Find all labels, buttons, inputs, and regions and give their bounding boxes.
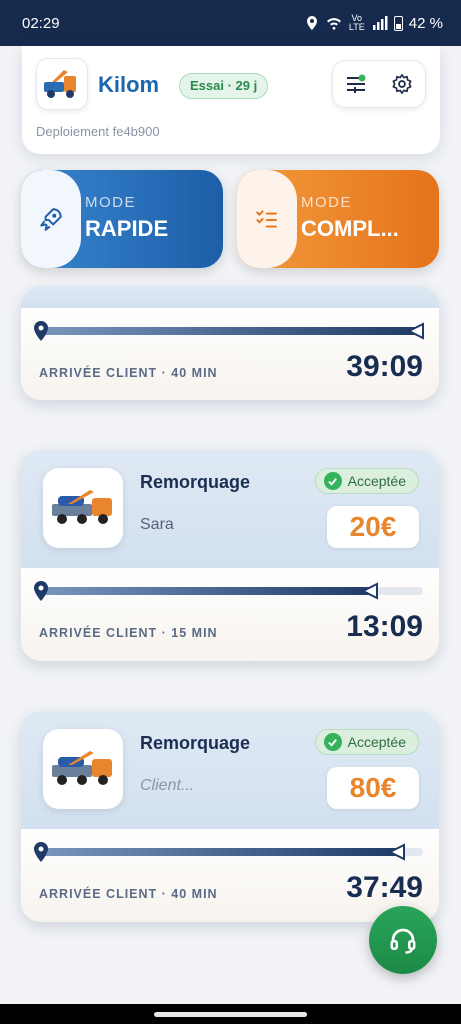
mode-rapide-button[interactable]: MODE RAPIDE (21, 170, 223, 268)
brand-name: Kilom (98, 72, 160, 97)
trip-card[interactable]: Remorquage Client... Acceptée 80€ ARRIVÉ… (21, 711, 439, 922)
checklist-icon (256, 210, 277, 228)
header-card: Kilom Essai · 29 j Deploiement fe4b900 (22, 46, 440, 154)
progress-bar (34, 321, 424, 341)
price: 20€ (327, 506, 419, 548)
active-trip-card[interactable]: ARRIVÉE CLIENT · 40 MIN 39:09 (21, 286, 439, 400)
filter-button[interactable] (338, 66, 374, 102)
tow-truck-image (43, 729, 123, 809)
settings-button[interactable] (384, 66, 420, 102)
active-trip-header (21, 286, 439, 308)
pin-icon (34, 321, 48, 341)
headset-icon (390, 928, 416, 954)
progress-bar (34, 842, 423, 862)
system-nav-bar (0, 1004, 461, 1024)
check-icon (323, 472, 342, 490)
progress-fill (39, 848, 404, 856)
service-title: Remorquage (140, 733, 251, 753)
signal-icon (372, 16, 388, 30)
gear-icon (392, 74, 412, 94)
trial-badge[interactable]: Essai · 29 j (179, 73, 269, 99)
arrival-countdown: 39:09 (346, 350, 423, 383)
mode-rapide-label: RAPIDE (85, 216, 169, 241)
arrival-label: ARRIVÉE CLIENT · 15 MIN (39, 626, 218, 640)
status-text: Acceptée (347, 734, 406, 750)
active-trip-progress-section: ARRIVÉE CLIENT · 40 MIN 39:09 (21, 308, 439, 400)
arrival-countdown: 37:49 (346, 871, 423, 904)
pin-icon (34, 581, 48, 601)
status-badge: Acceptée (314, 468, 419, 494)
check-icon (323, 733, 342, 751)
progress-fill (39, 587, 377, 595)
wifi-icon (326, 18, 341, 30)
progress-bar (34, 581, 423, 601)
battery-icon (393, 15, 403, 31)
mode-complet-icon-pill (237, 170, 297, 268)
trip-progress-section: ARRIVÉE CLIENT · 40 MIN 37:49 (21, 829, 439, 922)
filter-sliders-icon (347, 74, 366, 93)
trip-progress-section: ARRIVÉE CLIENT · 15 MIN 13:09 (21, 568, 439, 661)
arrival-label: ARRIVÉE CLIENT · 40 MIN (39, 887, 218, 901)
tow-truck-image (43, 468, 123, 548)
network-label: Vo LTE (348, 13, 365, 32)
mode-complet-label: COMPL... (301, 216, 399, 241)
mode-rapide-icon-pill (21, 170, 81, 268)
destination-flag-icon (387, 843, 405, 861)
status-bar: 02:29 Vo LTE 42 % (0, 0, 461, 46)
mode-complet-sub: MODE (301, 194, 352, 211)
trip-card[interactable]: Remorquage Sara Acceptée 20€ ARRIVÉE CLI… (21, 450, 439, 661)
pin-icon (34, 842, 48, 862)
mode-complet-button[interactable]: MODE COMPL... (237, 170, 439, 268)
client-name: Sara (140, 516, 174, 533)
status-badge: Acceptée (314, 729, 419, 755)
trip-card-header: Remorquage Sara Acceptée 20€ (21, 450, 439, 568)
progress-fill (39, 327, 423, 335)
destination-flag-icon (407, 322, 424, 340)
arrival-countdown: 13:09 (346, 610, 423, 643)
mode-rapide-sub: MODE (85, 194, 136, 211)
client-name: Client... (140, 777, 195, 794)
price: 80€ (327, 767, 419, 809)
home-gesture-handle[interactable] (154, 1012, 307, 1017)
support-button[interactable] (369, 906, 437, 974)
destination-flag-icon (360, 582, 378, 600)
status-icons: Vo LTE 42 % (304, 14, 443, 32)
trip-card-header: Remorquage Client... Acceptée 80€ (21, 711, 439, 829)
deploy-text: Deploiement fe4b900 (36, 124, 160, 139)
tow-truck-logo-icon (36, 58, 88, 110)
status-text: Acceptée (347, 473, 406, 489)
header-actions (332, 60, 426, 108)
arrival-label: ARRIVÉE CLIENT · 40 MIN (39, 366, 218, 380)
service-title: Remorquage (140, 472, 251, 492)
rocket-icon (40, 208, 62, 231)
location-icon (306, 16, 317, 30)
battery-level: 42 % (408, 14, 443, 32)
status-time: 02:29 (22, 14, 60, 32)
